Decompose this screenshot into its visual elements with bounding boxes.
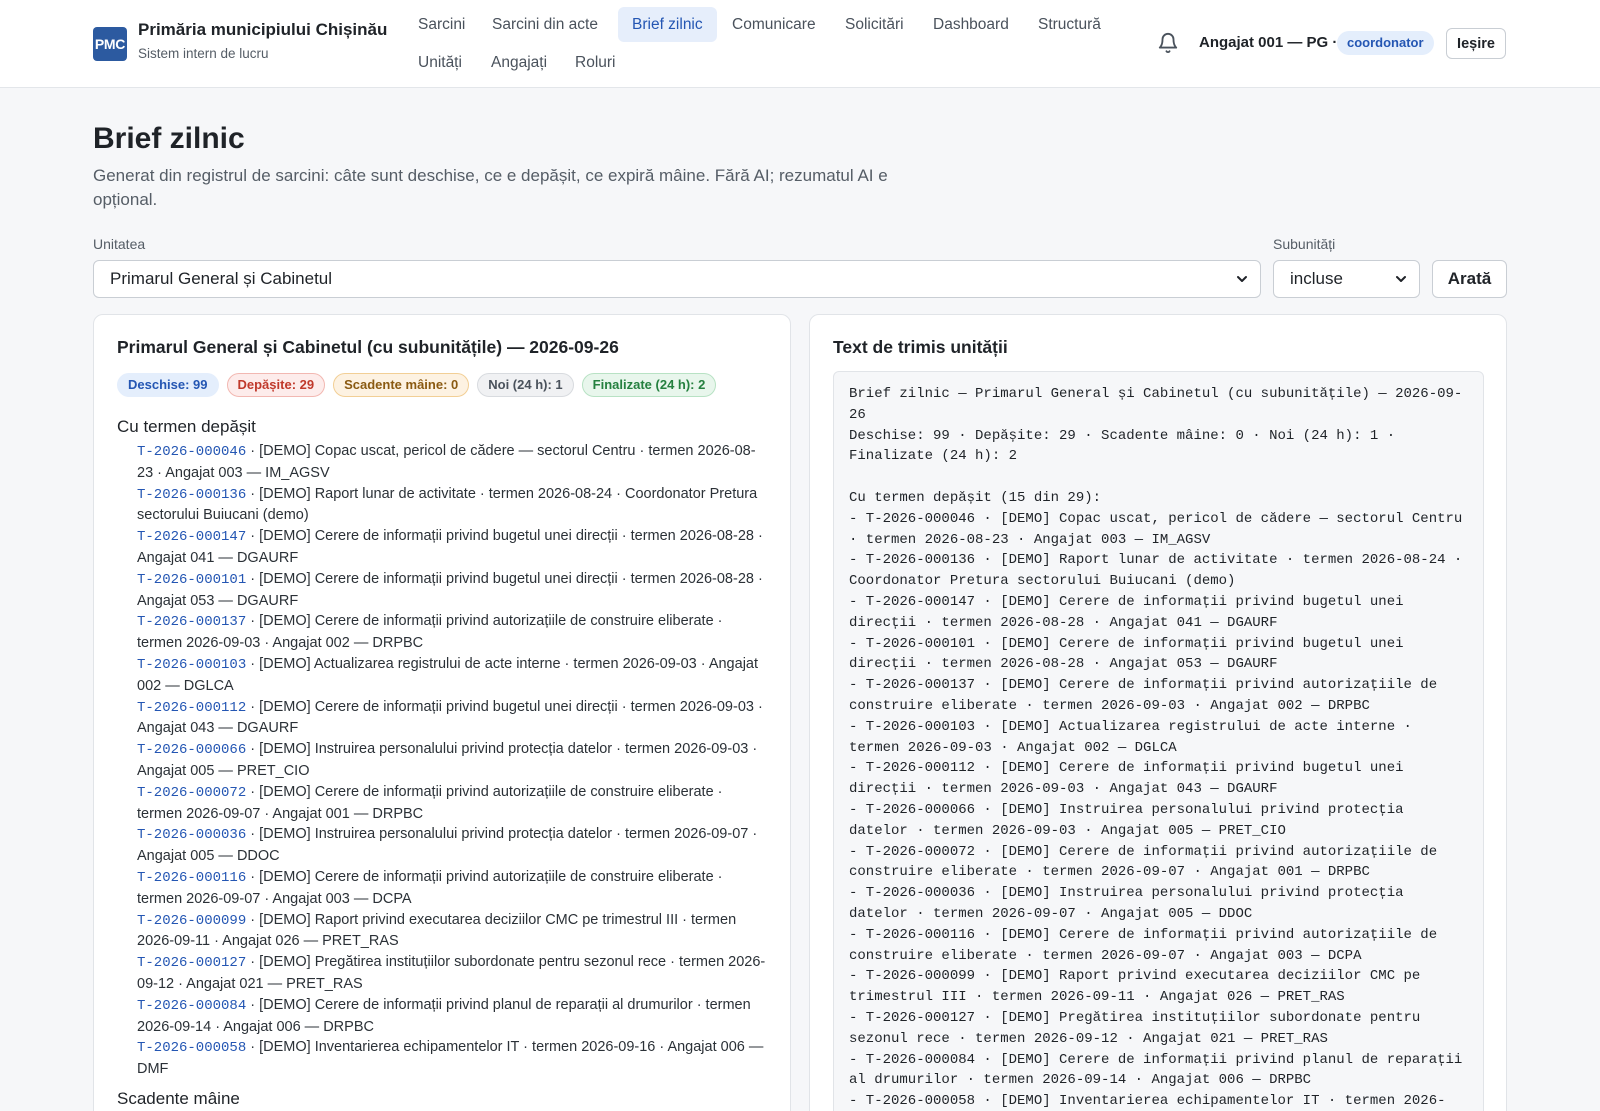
send-text-title: Text de trimis unității [833,337,1008,357]
status-badges: Deschise: 99 Depășite: 29 Scadente mâine… [117,373,717,397]
task-id-link[interactable]: T-2026-000084 [137,998,246,1014]
task-id-link[interactable]: T-2026-000046 [137,444,246,460]
subunits-label: Subunități [1273,236,1336,252]
subunits-select[interactable]: incluse [1273,260,1420,298]
task-item: T-2026-000137 · [DEMO] Cerere de informa… [137,611,767,654]
send-text-box[interactable]: Brief zilnic — Primarul General și Cabin… [833,371,1484,1111]
overdue-section-title: Cu termen depășit [117,417,256,436]
task-id-link[interactable]: T-2026-000058 [137,1040,246,1056]
nav-comunicare[interactable]: Comunicare [718,7,830,42]
summary-title: Primarul General și Cabinetul (cu subuni… [117,337,619,357]
task-id-link[interactable]: T-2026-000147 [137,529,246,545]
logout-button[interactable]: Ieșire [1446,28,1506,59]
role-badge: coordonator [1337,31,1434,55]
task-item: T-2026-000147 · [DEMO] Cerere de informa… [137,526,767,569]
open-badge: Deschise: 99 [117,373,219,397]
overdue-badge: Depășite: 29 [226,373,326,397]
unit-select[interactable]: Primarul General și Cabinetul [93,260,1261,298]
page-description: Generat din registrul de sarcini: câte s… [93,166,888,209]
nav-angajati[interactable]: Angajați [477,45,561,80]
send-text-content: Brief zilnic — Primarul General și Cabin… [849,386,1463,1110]
nav-dashboard[interactable]: Dashboard [919,7,1023,42]
new-badge: Noi (24 h): 1 [477,373,574,397]
unit-label: Unitatea [93,236,146,252]
task-item: T-2026-000058 · [DEMO] Inventarierea ech… [137,1037,767,1080]
task-item: T-2026-000099 · [DEMO] Raport privind ex… [137,910,767,953]
task-id-link[interactable]: T-2026-000101 [137,572,246,588]
task-item: T-2026-000136 · [DEMO] Raport lunar de a… [137,484,767,527]
nav-brief-zilnic[interactable]: Brief zilnic [618,7,717,42]
send-text-card: Text de trimis unității Brief zilnic — P… [809,314,1507,1111]
page-title: Brief zilnic [93,122,245,155]
due-tomorrow-section-title: Scadente mâine [117,1089,240,1108]
show-button[interactable]: Arată [1432,260,1507,298]
nav-structura[interactable]: Structură [1024,7,1115,42]
task-item: T-2026-000072 · [DEMO] Cerere de informa… [137,782,767,825]
logo[interactable]: PMC [93,27,127,61]
completed-badge: Finalizate (24 h): 2 [581,373,717,397]
nav-solicitari[interactable]: Solicitări [831,7,918,42]
task-id-link[interactable]: T-2026-000072 [137,785,246,801]
task-item: T-2026-000127 · [DEMO] Pregătirea instit… [137,952,767,995]
task-item: T-2026-000101 · [DEMO] Cerere de informa… [137,569,767,612]
task-id-link[interactable]: T-2026-000137 [137,614,246,630]
chevron-down-icon [1237,276,1247,282]
subunits-select-value: incluse [1290,269,1343,288]
nav-roluri[interactable]: Roluri [561,45,629,80]
nav-sarcini[interactable]: Sarcini [404,7,479,42]
summary-card: Primarul General și Cabinetul (cu subuni… [93,314,791,1111]
task-id-link[interactable]: T-2026-000127 [137,955,246,971]
task-item: T-2026-000084 · [DEMO] Cerere de informa… [137,995,767,1038]
task-item: T-2026-000066 · [DEMO] Instruirea person… [137,739,767,782]
app-title: Primăria municipiului Chișinău [138,20,388,39]
task-item: T-2026-000103 · [DEMO] Actualizarea regi… [137,654,767,697]
unit-select-value: Primarul General și Cabinetul [110,269,333,288]
task-item: T-2026-000046 · [DEMO] Copac uscat, peri… [137,441,767,484]
nav-sarcini-din-acte[interactable]: Sarcini din acte [478,7,612,42]
task-id-link[interactable]: T-2026-000099 [137,913,246,929]
bell-icon[interactable] [1157,32,1179,54]
task-item: T-2026-000116 · [DEMO] Cerere de informa… [137,867,767,910]
top-header: PMC Primăria municipiului Chișinău Siste… [0,0,1600,88]
task-id-link[interactable]: T-2026-000136 [137,487,246,503]
task-id-link[interactable]: T-2026-000116 [137,870,246,886]
task-item: T-2026-000112 · [DEMO] Cerere de informa… [137,697,767,740]
app-subtitle: Sistem intern de lucru [138,46,269,61]
task-id-link[interactable]: T-2026-000103 [137,657,246,673]
overdue-task-list: T-2026-000046 · [DEMO] Copac uscat, peri… [137,441,767,1080]
task-id-link[interactable]: T-2026-000036 [137,827,246,843]
user-name: Angajat 001 — PG · [1199,34,1338,51]
task-id-link[interactable]: T-2026-000112 [137,700,246,716]
due-tomorrow-badge: Scadente mâine: 0 [333,373,470,397]
chevron-down-icon [1396,276,1406,282]
nav-unitati[interactable]: Unități [404,45,476,80]
task-item: T-2026-000036 · [DEMO] Instruirea person… [137,824,767,867]
task-id-link[interactable]: T-2026-000066 [137,742,246,758]
